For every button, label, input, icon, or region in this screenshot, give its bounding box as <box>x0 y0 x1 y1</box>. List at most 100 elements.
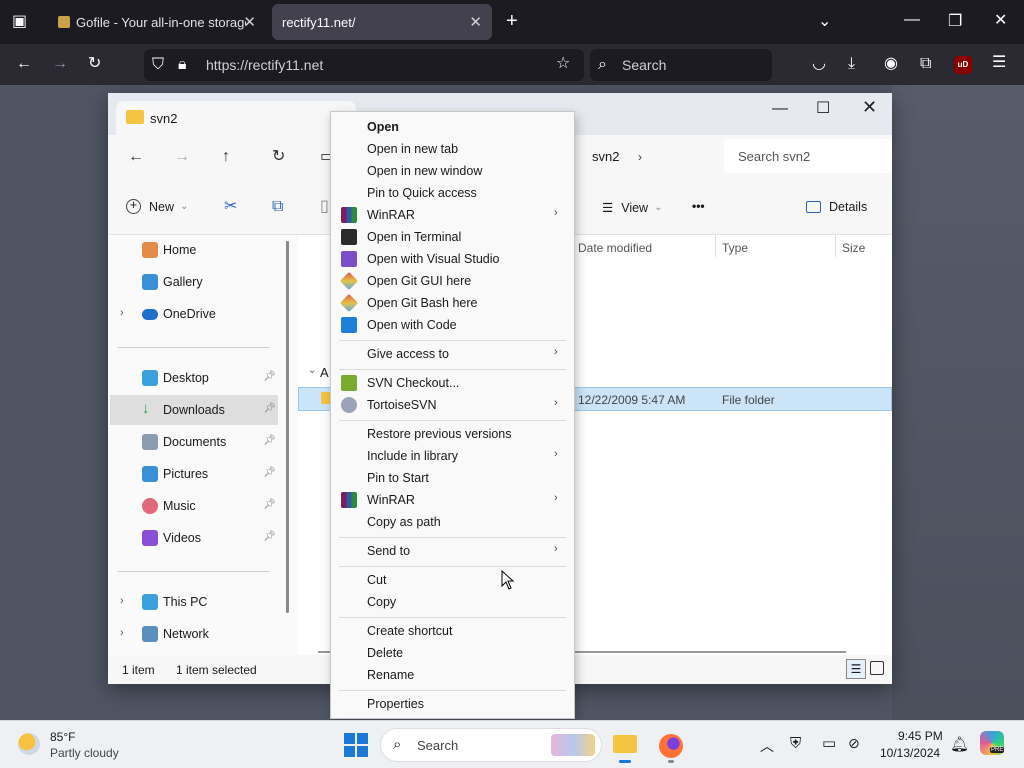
browser-tab-gofile[interactable]: Gofile - Your all-in-one storage ✕ <box>48 4 266 40</box>
menu-item-create-shortcut[interactable]: Create shortcut <box>331 620 574 642</box>
chevron-right-icon[interactable]: › <box>120 627 124 639</box>
more-options-button[interactable]: ••• <box>692 199 705 213</box>
chevron-up-icon[interactable]: ︿ <box>760 736 774 756</box>
menu-item-delete[interactable]: Delete <box>331 642 574 664</box>
menu-item-open-visual-studio[interactable]: Open with Visual Studio <box>331 248 574 270</box>
bookmark-star-icon[interactable]: ☆ <box>556 56 570 72</box>
sidebar-item-downloads[interactable]: ↓ Downloads 📌︎ <box>110 395 278 425</box>
details-button[interactable]: Details <box>806 200 867 214</box>
menu-item-open-new-tab[interactable]: Open in new tab <box>331 138 574 160</box>
pin-icon[interactable]: 📌︎ <box>263 403 276 414</box>
chevron-down-icon[interactable]: ⌄ <box>308 365 316 376</box>
column-header-type[interactable]: Type <box>722 241 748 255</box>
menu-item-open-code[interactable]: Open with Code <box>331 314 574 336</box>
restore-icon[interactable]: ❐ <box>948 14 962 30</box>
minimize-icon[interactable]: — <box>904 12 920 28</box>
pin-icon[interactable]: 📌︎ <box>263 531 276 542</box>
no-network-icon[interactable]: ⊘ <box>848 735 860 752</box>
back-icon[interactable]: ← <box>128 149 144 165</box>
menu-item-open-terminal[interactable]: Open in Terminal <box>331 226 574 248</box>
close-window-icon[interactable]: ✕ <box>862 98 877 116</box>
chevron-right-icon[interactable]: › <box>638 149 642 165</box>
sidebar-item-home[interactable]: Home <box>110 235 278 265</box>
menu-item-copy[interactable]: Copy <box>331 591 574 613</box>
menu-item-winrar-2[interactable]: WinRAR › <box>331 489 574 511</box>
view-button[interactable]: ☰ View ⌄ <box>602 200 662 216</box>
pin-icon[interactable]: 📌︎ <box>263 435 276 446</box>
menu-item-open-new-window[interactable]: Open in new window <box>331 160 574 182</box>
close-tab-icon[interactable]: ✕ <box>469 13 482 31</box>
weather-widget[interactable]: 85°F Partly cloudy <box>16 729 136 763</box>
downloads-icon[interactable]: ⤓ <box>848 56 855 72</box>
refresh-icon[interactable]: ↻ <box>272 149 285 165</box>
clock-time[interactable]: 9:45 PM <box>898 729 943 743</box>
ublock-icon[interactable]: uD <box>954 56 972 74</box>
close-tab-icon[interactable]: ✕ <box>243 13 256 31</box>
sidebar-item-videos[interactable]: Videos 📌︎ <box>110 523 278 553</box>
menu-item-restore-versions[interactable]: Restore previous versions <box>331 423 574 445</box>
menu-item-include-library[interactable]: Include in library › <box>331 445 574 467</box>
menu-item-give-access[interactable]: Give access to › <box>331 343 574 365</box>
copy-icon[interactable]: ⧉ <box>272 199 283 215</box>
menu-item-copy-path[interactable]: Copy as path <box>331 511 574 533</box>
extensions-icon[interactable]: ⧉ <box>920 56 931 72</box>
forward-icon[interactable]: → <box>52 56 68 72</box>
menu-item-properties[interactable]: Properties <box>331 693 574 715</box>
sidebar-scrollbar[interactable] <box>286 241 289 613</box>
close-window-icon[interactable]: ✕ <box>994 13 1007 29</box>
forward-icon[interactable]: → <box>174 149 190 165</box>
clock-date[interactable]: 10/13/2024 <box>880 746 940 760</box>
chevron-down-icon[interactable]: ⌄ <box>818 14 831 30</box>
menu-item-pin-quick-access[interactable]: Pin to Quick access <box>331 182 574 204</box>
web-search-box[interactable]: ⌕ Search <box>590 49 772 81</box>
copilot-button[interactable]: PRE <box>980 731 1006 759</box>
cut-icon[interactable]: ✂ <box>224 199 237 215</box>
pocket-icon[interactable]: ◡ <box>812 56 826 72</box>
sidebar-item-onedrive[interactable]: › OneDrive <box>110 299 278 329</box>
lock-icon[interactable]: 🔒︎ <box>178 57 187 73</box>
explorer-tab[interactable]: svn2 <box>116 101 356 135</box>
maximize-icon[interactable]: ☐ <box>816 101 830 117</box>
taskbar-file-explorer[interactable] <box>610 727 640 763</box>
menu-item-rename[interactable]: Rename <box>331 664 574 686</box>
menu-item-tortoisesvn[interactable]: TortoiseSVN › <box>331 394 574 416</box>
pin-icon[interactable]: 📌︎ <box>263 467 276 478</box>
sidebar-item-network[interactable]: › Network <box>110 619 278 649</box>
vpn-icon[interactable]: ⛨ <box>790 735 801 752</box>
up-icon[interactable]: ↑ <box>222 149 230 165</box>
url-bar[interactable]: ⛉ 🔒︎ https://rectify11.net ☆ <box>144 49 584 81</box>
new-tab-icon[interactable]: + <box>506 11 518 31</box>
display-icon[interactable]: ▭ <box>822 734 836 752</box>
menu-item-git-gui[interactable]: Open Git GUI here <box>331 270 574 292</box>
start-button[interactable] <box>344 733 368 757</box>
column-header-date[interactable]: Date modified <box>578 241 652 255</box>
chevron-right-icon[interactable]: › <box>120 307 124 319</box>
new-button[interactable]: + New ⌄ <box>126 199 188 214</box>
menu-icon[interactable]: ☰ <box>992 55 1006 71</box>
search-box[interactable]: Search svn2 <box>724 139 892 173</box>
pin-icon[interactable]: 📌︎ <box>263 371 276 382</box>
taskbar-firefox[interactable] <box>656 727 686 763</box>
sidebar-item-pictures[interactable]: Pictures 📌︎ <box>110 459 278 489</box>
minimize-icon[interactable]: — <box>772 101 788 117</box>
menu-item-open[interactable]: Open <box>331 116 574 138</box>
sidebar-item-this-pc[interactable]: › This PC <box>110 587 278 617</box>
menu-item-svn-checkout[interactable]: SVN Checkout... <box>331 372 574 394</box>
shield-icon[interactable]: ⛉ <box>152 57 164 73</box>
account-icon[interactable]: ◉ <box>884 56 898 72</box>
sidebar-item-documents[interactable]: Documents 📌︎ <box>110 427 278 457</box>
menu-item-cut[interactable]: Cut <box>331 569 574 591</box>
menu-item-winrar[interactable]: WinRAR › <box>331 204 574 226</box>
details-view-icon[interactable]: ☰ <box>846 659 866 679</box>
browser-tab-rectify[interactable]: rectify11.net/ ✕ <box>272 4 492 40</box>
chevron-right-icon[interactable]: › <box>120 595 124 607</box>
breadcrumb[interactable]: svn2 <box>592 149 619 164</box>
pin-icon[interactable]: 📌︎ <box>263 499 276 510</box>
sidebar-item-gallery[interactable]: Gallery <box>110 267 278 297</box>
paste-icon[interactable]: ▯ <box>320 199 329 215</box>
taskbar-search[interactable]: ⌕ Search <box>380 728 602 762</box>
menu-item-send-to[interactable]: Send to › <box>331 540 574 562</box>
menu-item-git-bash[interactable]: Open Git Bash here <box>331 292 574 314</box>
notification-bell-icon[interactable]: 🔔︎ <box>950 735 969 753</box>
column-header-size[interactable]: Size <box>842 241 865 255</box>
